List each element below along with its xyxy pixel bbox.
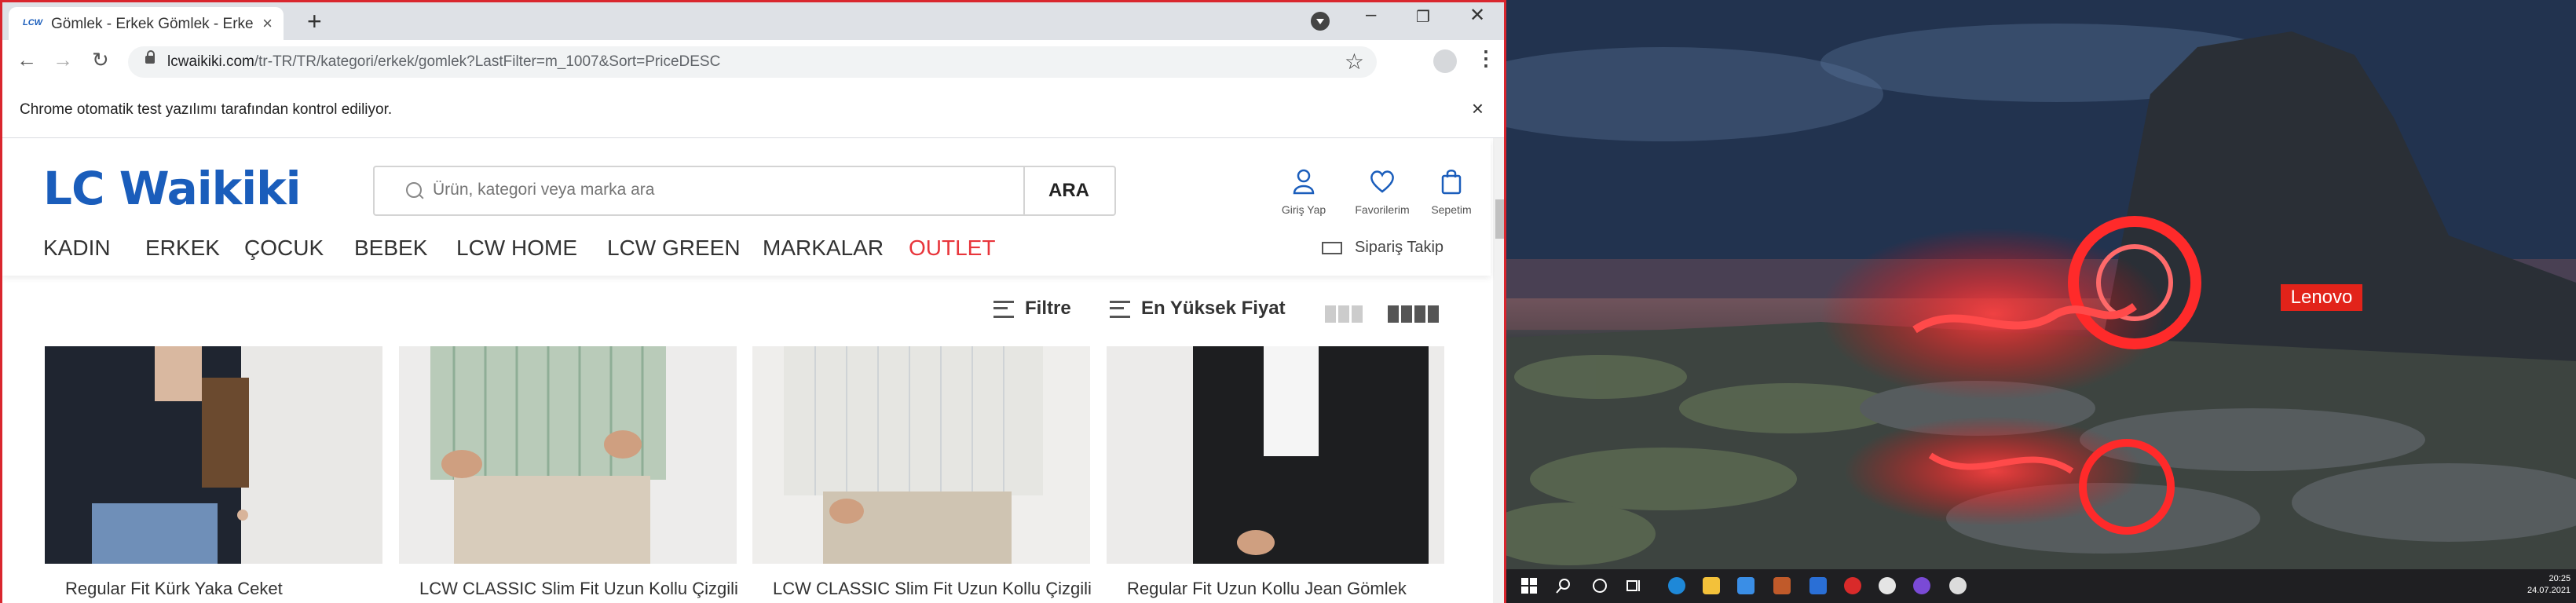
- web-page: LC Waikiki ARA Giriş Yap Favorilerim: [2, 138, 1495, 603]
- url-text[interactable]: lcwaikiki.com/tr-TR/TR/kategori/erkek/go…: [167, 53, 720, 71]
- lenovo-badge: Lenovo: [2281, 284, 2362, 311]
- grid-3-column-icon[interactable]: [1325, 305, 1365, 327]
- menu-kebab-icon[interactable]: ⋮: [1476, 46, 1496, 71]
- forward-arrow-icon[interactable]: →: [53, 48, 73, 72]
- product-image[interactable]: [45, 346, 382, 564]
- windows-start-icon[interactable]: [1520, 577, 1538, 594]
- grid-4-column-icon[interactable]: [1388, 305, 1441, 327]
- favorites-link[interactable]: Favorilerim: [1347, 168, 1418, 216]
- bookmark-star-icon[interactable]: ☆: [1345, 49, 1364, 75]
- scrollbar-thumb[interactable]: [1495, 199, 1504, 239]
- product-image[interactable]: [399, 346, 737, 564]
- sort-button[interactable]: En Yüksek Fiyat: [1110, 298, 1286, 320]
- product-card[interactable]: Regular Fit Uzun Kollu Jean Gömlek: [1107, 346, 1444, 603]
- user-icon: [1268, 168, 1339, 200]
- product-name[interactable]: Regular Fit Uzun Kollu Jean Gömlek: [1127, 579, 1407, 599]
- product-name[interactable]: LCW CLASSIC Slim Fit Uzun Kollu Çizgili: [419, 579, 738, 599]
- infobar-text: Chrome otomatik test yazılımı tarafından…: [20, 101, 393, 118]
- site-logo[interactable]: LC Waikiki: [43, 162, 302, 215]
- chrome-icon[interactable]: [1949, 577, 1967, 594]
- order-tracking-link[interactable]: Sipariş Takip: [1322, 239, 1444, 257]
- bag-icon: [1416, 168, 1487, 200]
- new-tab-button[interactable]: +: [307, 7, 322, 35]
- infobar-close-icon[interactable]: ×: [1472, 97, 1484, 121]
- favorites-label: Favorilerim: [1355, 203, 1410, 216]
- tab-search-icon[interactable]: [1311, 12, 1330, 31]
- menu-item-markalar[interactable]: MARKALAR: [763, 236, 884, 261]
- login-link[interactable]: Giriş Yap: [1268, 168, 1339, 216]
- login-label: Giriş Yap: [1281, 203, 1326, 216]
- menu-item-kadin[interactable]: KADIN: [43, 236, 111, 261]
- url-host: lcwaikiki.com: [167, 53, 254, 70]
- mail-icon[interactable]: [1737, 577, 1755, 594]
- product-name[interactable]: Regular Fit Kürk Yaka Ceket: [65, 579, 283, 599]
- tab-close-icon[interactable]: ×: [262, 13, 273, 34]
- restore-icon[interactable]: ❐: [1416, 7, 1430, 27]
- app-icon[interactable]: [1913, 577, 1930, 594]
- menu-item-outlet[interactable]: OUTLET: [909, 236, 995, 261]
- product-card[interactable]: LCW CLASSIC Slim Fit Uzun Kollu Çizgili: [399, 346, 738, 603]
- filter-button[interactable]: Filtre: [993, 298, 1071, 320]
- tab-title: Gömlek - Erkek Gömlek - Erkek Gö: [51, 16, 254, 32]
- product-image[interactable]: [1107, 346, 1444, 564]
- browser-window: LCW Gömlek - Erkek Gömlek - Erkek Gö × +…: [0, 0, 1506, 603]
- site-header: LC Waikiki ARA Giriş Yap Favorilerim: [2, 138, 1491, 276]
- clock-time: 20:25: [2549, 574, 2571, 583]
- clock-date: 24.07.2021: [2527, 586, 2571, 595]
- automation-infobar: Chrome otomatik test yazılımı tarafından…: [2, 84, 1504, 138]
- search-icon: [406, 182, 422, 198]
- menu-item-erkek[interactable]: ERKEK: [145, 236, 220, 261]
- system-clock[interactable]: 20:25 24.07.2021: [2527, 573, 2571, 597]
- heart-icon: [1347, 168, 1418, 200]
- menu-item-lcw-green[interactable]: LCW GREEN: [607, 236, 741, 261]
- page-scrollbar[interactable]: [1493, 138, 1504, 603]
- cortana-icon[interactable]: [1591, 577, 1608, 594]
- order-tracking-label: Sipariş Takip: [1355, 239, 1444, 256]
- browser-toolbar: ← → ↻ lcwaikiki.com/tr-TR/TR/kategori/er…: [2, 40, 1504, 85]
- menu-item-lcw-home[interactable]: LCW HOME: [456, 236, 577, 261]
- intellij-icon[interactable]: [1809, 577, 1827, 594]
- minimize-icon[interactable]: –: [1366, 4, 1376, 26]
- address-bar[interactable]: lcwaikiki.com/tr-TR/TR/kategori/erkek/go…: [128, 46, 1377, 78]
- filter-bar: Filtre En Yüksek Fiyat: [2, 276, 1491, 346]
- profile-avatar-icon[interactable]: [1433, 49, 1457, 73]
- close-window-icon[interactable]: ✕: [1469, 4, 1485, 27]
- tab-active[interactable]: LCW Gömlek - Erkek Gömlek - Erkek Gö ×: [9, 7, 284, 40]
- product-card[interactable]: Regular Fit Kürk Yaka Ceket: [45, 346, 382, 603]
- filter-label: Filtre: [1025, 298, 1071, 319]
- app-icon[interactable]: [1879, 577, 1896, 594]
- file-explorer-icon[interactable]: [1703, 577, 1720, 594]
- search-icon[interactable]: [1555, 577, 1572, 594]
- tab-strip: LCW Gömlek - Erkek Gömlek - Erkek Gö × +…: [2, 2, 1504, 40]
- windows-taskbar: 20:25 24.07.2021: [1506, 569, 2576, 603]
- opera-icon[interactable]: [1844, 577, 1861, 594]
- reload-icon[interactable]: ↻: [92, 48, 109, 72]
- back-arrow-icon[interactable]: ←: [16, 48, 37, 72]
- menu-item-bebek[interactable]: BEBEK: [354, 236, 427, 261]
- cart-label: Sepetim: [1431, 203, 1472, 216]
- menu-item-cocuk[interactable]: ÇOCUK: [244, 236, 324, 261]
- edge-icon[interactable]: [1668, 577, 1685, 594]
- search-button[interactable]: ARA: [1023, 166, 1116, 216]
- app-icon[interactable]: [1773, 577, 1791, 594]
- task-view-icon[interactable]: [1626, 577, 1643, 594]
- lcw-favicon-icon: LCW: [23, 18, 43, 27]
- search-box[interactable]: [373, 166, 1025, 216]
- sort-label: En Yüksek Fiyat: [1141, 298, 1286, 319]
- url-path: /tr-TR/TR/kategori/erkek/gomlek?LastFilt…: [254, 53, 721, 70]
- product-name[interactable]: LCW CLASSIC Slim Fit Uzun Kollu Çizgili: [773, 579, 1092, 599]
- product-card[interactable]: LCW CLASSIC Slim Fit Uzun Kollu Çizgili: [752, 346, 1092, 603]
- desktop-wallpaper: [1506, 0, 2576, 569]
- search-input[interactable]: [431, 180, 984, 200]
- product-image[interactable]: [752, 346, 1090, 564]
- truck-icon: [1322, 242, 1342, 254]
- filter-sliders-icon: [993, 300, 1014, 318]
- sort-lines-icon: [1110, 300, 1130, 318]
- lock-icon: [145, 50, 155, 64]
- cart-link[interactable]: Sepetim: [1416, 168, 1487, 216]
